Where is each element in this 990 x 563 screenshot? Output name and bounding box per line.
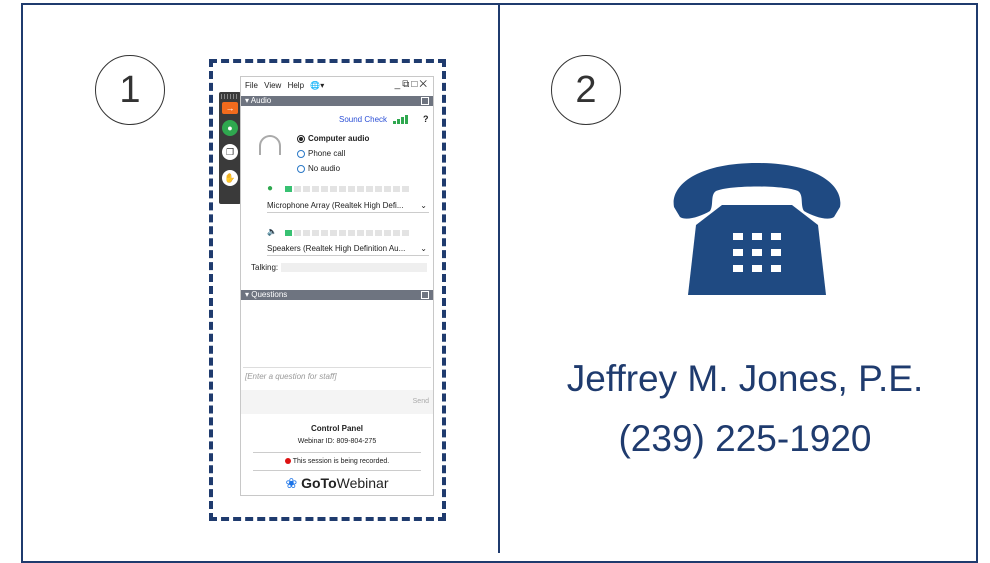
menu-view[interactable]: View [264,81,281,90]
window-controls: _⧉□✕ [395,79,429,90]
radio-dot-selected[interactable] [297,134,305,143]
radio-no-audio[interactable]: No audio [297,164,340,173]
expand-icon[interactable] [421,291,429,299]
raise-hand-icon[interactable]: ✋ [222,170,238,186]
divider [253,470,421,471]
mic-level-meter [285,185,411,192]
speakers-value: Speakers (Realtek High Definition Au... [267,244,406,253]
radio-dot[interactable] [297,164,305,173]
mic-level-icon: ● [267,183,274,194]
menu-file[interactable]: File [245,81,258,90]
help-button[interactable]: ? [423,114,429,124]
chevron-down-icon[interactable]: ⌄ [420,244,427,253]
step-number-1: 1 [95,55,165,125]
collapse-arrow-icon[interactable]: → [222,102,238,114]
speaker-level-meter [285,229,411,236]
gotowebinar-control-panel: File View Help 🌐▾ _⧉□✕ ▾ Audio Sound Che… [240,76,434,496]
talking-label: Talking: [251,263,279,272]
questions-log [241,301,433,365]
talking-indicator [281,263,427,272]
close-icon[interactable]: ✕ [419,79,429,90]
menu-bar: File View Help 🌐▾ [245,81,328,90]
audio-section-header[interactable]: ▾ Audio [241,96,433,106]
send-row: Send [241,390,433,414]
menu-help[interactable]: Help [288,81,304,90]
chevron-down-icon[interactable]: ⌄ [420,201,427,210]
flower-logo-icon: ❀ [285,475,298,491]
divider [253,452,421,453]
radio-label: Phone call [308,149,346,158]
speakers-select[interactable]: Speakers (Realtek High Definition Au... … [267,244,429,256]
panel-divider [498,3,500,553]
gotowebinar-logo: ❀ GoToWebinar [241,475,433,492]
contact-phone: (239) 225-1920 [618,418,872,459]
expand-icon[interactable] [421,97,429,105]
radio-computer-audio[interactable]: Computer audio [297,134,369,143]
audio-section-label: Audio [250,96,272,105]
step-number-2: 2 [551,55,621,125]
grip-icon[interactable] [221,94,239,99]
signal-meter-icon [393,115,409,124]
speaker-icon: 🔈 [267,227,277,236]
control-panel-grab-tab[interactable]: → ● ❐ ✋ [219,92,241,204]
popout-icon[interactable]: ⧉ [402,79,411,90]
control-panel-title: Control Panel [310,424,363,433]
headset-icon [259,135,281,155]
questions-section-header[interactable]: ▾ Questions [241,290,433,300]
send-button[interactable]: Send [413,398,429,405]
radio-label: Computer audio [308,134,370,143]
question-input[interactable]: [Enter a question for staff] [243,367,431,389]
microphone-select[interactable]: Microphone Array (Realtek High Defi... ⌄ [267,201,429,213]
brand-regular: Webinar [336,475,389,491]
recording-notice: This session is being recorded. [241,458,433,465]
brand-bold: GoTo [301,475,337,491]
radio-dot[interactable] [297,149,305,158]
questions-section-label: Questions [251,290,288,299]
telephone-icon [673,163,841,295]
recording-text: This session is being recorded. [292,458,390,465]
microphone-value: Microphone Array (Realtek High Defi... [267,201,404,210]
recording-dot-icon [284,458,291,464]
microphone-icon[interactable]: ● [222,120,238,136]
webinar-id: Webinar ID: 809-804-275 [297,438,377,445]
sound-check-link[interactable]: Sound Check [339,115,387,124]
screen-share-icon[interactable]: ❐ [222,144,238,160]
globe-icon[interactable]: 🌐▾ [310,81,324,90]
radio-label: No audio [308,164,341,173]
radio-phone-call[interactable]: Phone call [297,149,345,158]
contact-name: Jeffrey M. Jones, P.E. [566,358,924,399]
